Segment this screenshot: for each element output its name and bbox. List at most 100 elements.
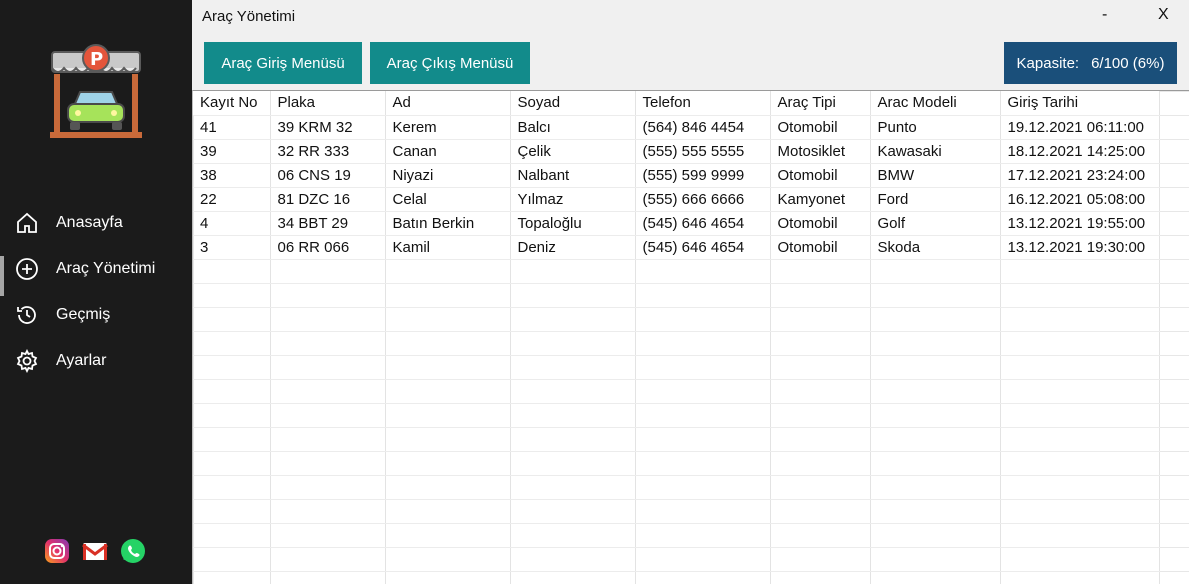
empty-cell — [770, 523, 871, 548]
empty-cell — [1000, 523, 1160, 548]
empty-cell — [510, 259, 636, 284]
empty-cell — [870, 379, 1001, 404]
table-cell: 81 DZC 16 — [270, 187, 386, 212]
sidebar-item-anasayfa[interactable]: Anasayfa — [0, 200, 192, 246]
empty-cell — [635, 259, 771, 284]
empty-cell — [770, 499, 871, 524]
empty-cell — [770, 355, 871, 380]
column-header[interactable]: Kayıt No — [193, 91, 271, 116]
empty-cell — [635, 547, 771, 572]
table-row[interactable]: 38 06 CNS 19 Niyazi Nalbant (555) 599 9999 Ot… — [193, 163, 1160, 188]
table-row[interactable]: 4 34 BBT 29 Batın Berkin Topaloğlu (545) 646… — [193, 211, 1160, 236]
table-cell: Çelik — [510, 139, 636, 164]
table-cell: 22 — [193, 187, 271, 212]
sidebar-item-gecmis[interactable]: Geçmiş — [0, 292, 192, 338]
empty-row — [193, 259, 1160, 284]
empty-cell — [1000, 451, 1160, 476]
column-header[interactable]: Telefon — [635, 91, 771, 116]
empty-cell — [770, 571, 871, 584]
empty-cell — [870, 475, 1001, 500]
empty-cell — [385, 475, 511, 500]
table-row[interactable]: 3 06 RR 066 Kamil Deniz (545) 646 4654 Otomob… — [193, 235, 1160, 260]
table-cell: Deniz — [510, 235, 636, 260]
empty-cell — [870, 259, 1001, 284]
empty-cell — [770, 427, 871, 452]
sidebar-item-label: Geçmiş — [56, 306, 111, 323]
sidebar-item-ayarlar[interactable]: Ayarlar — [0, 338, 192, 384]
table-cell: BMW — [870, 163, 1001, 188]
column-header[interactable]: Araç Tipi — [770, 91, 871, 116]
empty-cell — [193, 451, 271, 476]
table-row[interactable]: 41 39 KRM 32 Kerem Balcı (564) 846 4454 Otomo… — [193, 115, 1160, 140]
empty-cell — [1000, 547, 1160, 572]
empty-cell — [193, 331, 271, 356]
table-cell: (555) 555 5555 — [635, 139, 771, 164]
column-header[interactable]: Giriş Tarihi — [1000, 91, 1160, 116]
table-cell: Otomobil — [770, 163, 871, 188]
empty-cell — [510, 475, 636, 500]
sidebar-item-label: Araç Yönetimi — [56, 260, 156, 277]
table-cell: 39 KRM 32 — [270, 115, 386, 140]
vehicle-entry-button[interactable]: Araç Giriş Menüsü — [204, 42, 362, 84]
empty-cell — [270, 403, 386, 428]
empty-cell — [270, 523, 386, 548]
empty-row — [193, 379, 1160, 404]
table-cell: Otomobil — [770, 211, 871, 236]
svg-text:P: P — [90, 49, 103, 70]
empty-cell — [193, 379, 271, 404]
table-cell: Batın Berkin — [385, 211, 511, 236]
table-cell: Balcı — [510, 115, 636, 140]
minimize-button[interactable]: - — [1102, 6, 1107, 24]
empty-cell — [385, 283, 511, 308]
empty-cell — [635, 475, 771, 500]
empty-row — [193, 283, 1160, 308]
empty-cell — [193, 547, 271, 572]
empty-cell — [870, 499, 1001, 524]
empty-row — [193, 355, 1160, 380]
empty-cell — [1000, 499, 1160, 524]
empty-cell — [770, 331, 871, 356]
sidebar-item-arac-yonetimi[interactable]: Araç Yönetimi — [0, 246, 192, 296]
home-icon — [14, 210, 40, 236]
empty-cell — [870, 403, 1001, 428]
table-cell: Topaloğlu — [510, 211, 636, 236]
empty-cell — [770, 307, 871, 332]
vehicle-exit-button[interactable]: Araç Çıkış Menüsü — [370, 42, 530, 84]
empty-cell — [193, 259, 271, 284]
gear-icon — [14, 348, 40, 374]
empty-cell — [385, 355, 511, 380]
column-header[interactable]: Ad — [385, 91, 511, 116]
table-cell: 34 BBT 29 — [270, 211, 386, 236]
whatsapp-icon[interactable] — [120, 538, 146, 564]
empty-cell — [385, 451, 511, 476]
table-cell: Ford — [870, 187, 1001, 212]
table-cell: 16.12.2021 05:08:00 — [1000, 187, 1160, 212]
vehicles-table[interactable]: Kayıt No Plaka Ad Soyad Telefon Araç Tip… — [192, 90, 1189, 584]
empty-cell — [870, 355, 1001, 380]
empty-cell — [635, 523, 771, 548]
empty-cell — [193, 403, 271, 428]
close-button[interactable]: X — [1158, 6, 1169, 24]
empty-row — [193, 547, 1160, 572]
gmail-icon[interactable] — [82, 538, 108, 564]
table-row[interactable]: 22 81 DZC 16 Celal Yılmaz (555) 666 6666 Kamy… — [193, 187, 1160, 212]
table-cell: Otomobil — [770, 235, 871, 260]
empty-cell — [385, 499, 511, 524]
table-cell: 06 CNS 19 — [270, 163, 386, 188]
table-cell: Motosiklet — [770, 139, 871, 164]
empty-cell — [270, 283, 386, 308]
empty-row — [193, 307, 1160, 332]
empty-cell — [193, 283, 271, 308]
empty-cell — [385, 523, 511, 548]
column-header[interactable]: Soyad — [510, 91, 636, 116]
empty-cell — [635, 403, 771, 428]
empty-cell — [1000, 571, 1160, 584]
title-bar: Araç Yönetimi - X — [192, 0, 1189, 34]
column-header[interactable]: Plaka — [270, 91, 386, 116]
instagram-icon[interactable] — [44, 538, 70, 564]
empty-cell — [270, 355, 386, 380]
table-row[interactable]: 39 32 RR 333 Canan Çelik (555) 555 5555 Motos… — [193, 139, 1160, 164]
empty-cell — [770, 283, 871, 308]
empty-cell — [870, 307, 1001, 332]
column-header[interactable]: Arac Modeli — [870, 91, 1001, 116]
